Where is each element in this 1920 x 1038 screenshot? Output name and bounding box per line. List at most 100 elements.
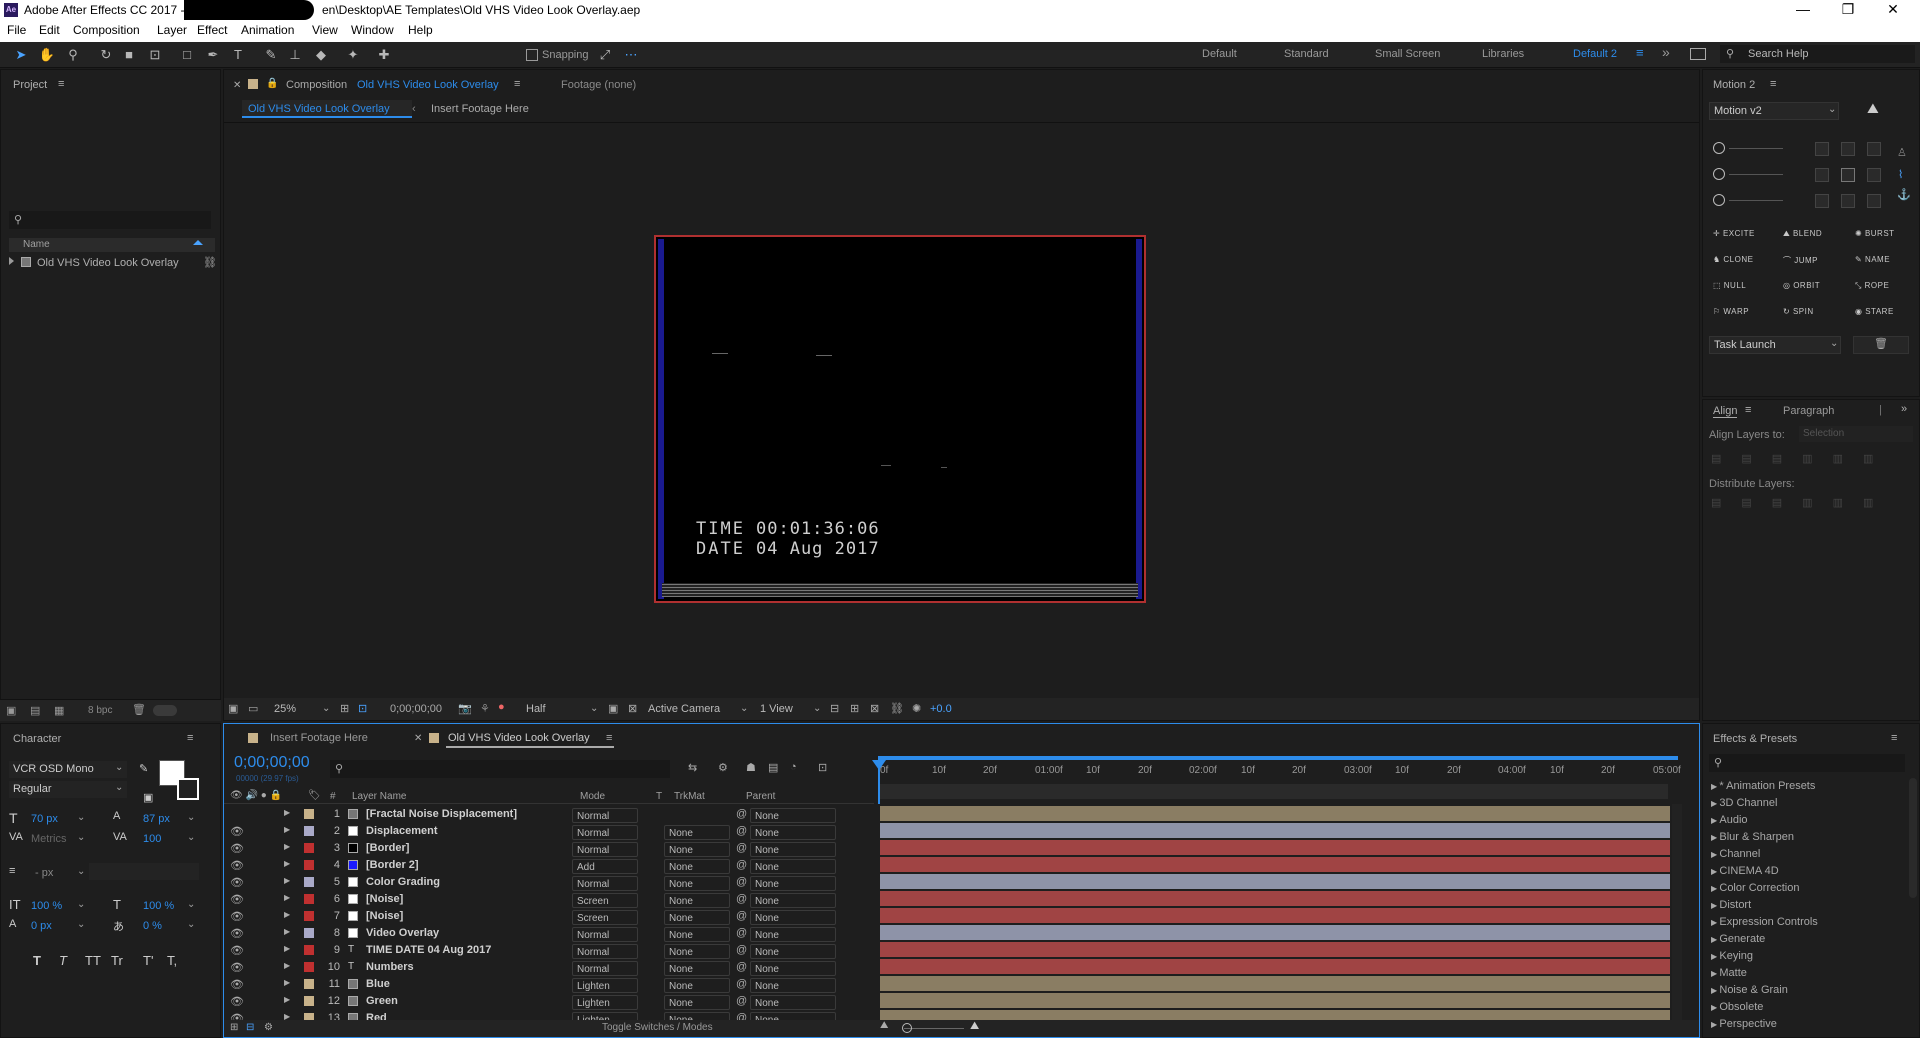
- search-help-field[interactable]: ⚲ Search Help: [1720, 45, 1915, 63]
- mode-select[interactable]: Normal: [572, 808, 638, 823]
- hide-shy-layers-icon[interactable]: ☗: [746, 761, 756, 774]
- workspace-default-2[interactable]: Default 2: [1573, 48, 1617, 60]
- spin-button[interactable]: ↻ SPIN: [1783, 307, 1814, 316]
- font-style-select[interactable]: Regular ⌄: [9, 781, 127, 798]
- label-color-icon[interactable]: [304, 945, 314, 955]
- chevron-down-icon[interactable]: ⌄: [77, 919, 85, 930]
- trkmat-select[interactable]: None: [664, 893, 730, 908]
- project-search-input[interactable]: ⚲: [9, 211, 211, 229]
- flowchart-icon[interactable]: ⛓: [890, 702, 904, 715]
- effects-category[interactable]: ▶ Matte: [1711, 967, 1747, 979]
- mask-visibility-icon[interactable]: ⊡: [358, 702, 367, 715]
- layer-row[interactable]: 👁 ▶ 8 Video Overlay Normal None @ None: [224, 925, 874, 942]
- layer-row[interactable]: 👁 ▶ 2 Displacement Normal None @ None: [224, 823, 874, 840]
- panel-menu-icon[interactable]: ≡: [1770, 78, 1776, 90]
- parent-select[interactable]: None: [750, 859, 836, 874]
- chevron-down-icon[interactable]: ⌄: [740, 703, 748, 714]
- chevron-down-icon[interactable]: ⌄: [77, 832, 85, 843]
- expand-arrow-icon[interactable]: ▶: [284, 876, 290, 885]
- blend-button[interactable]: ⛰ BLEND: [1783, 229, 1822, 239]
- chevron-down-icon[interactable]: ⌄: [813, 703, 821, 714]
- visibility-eye-icon[interactable]: 👁: [230, 978, 244, 991]
- menu-animation[interactable]: Animation: [241, 23, 294, 37]
- toggle-icon[interactable]: [153, 705, 177, 716]
- expand-arrow-icon[interactable]: ▶: [284, 842, 290, 851]
- layer-duration-bar[interactable]: [880, 840, 1670, 855]
- expand-arrow-icon[interactable]: ▶: [284, 893, 290, 902]
- label-color-icon[interactable]: [304, 843, 314, 853]
- pickwhip-icon[interactable]: @: [736, 944, 747, 956]
- effects-category[interactable]: ▶ Expression Controls: [1711, 916, 1818, 928]
- expand-arrow-icon[interactable]: ▶: [284, 859, 290, 868]
- pickwhip-icon[interactable]: @: [736, 910, 747, 922]
- parent-select[interactable]: None: [750, 995, 836, 1010]
- visibility-eye-icon[interactable]: 👁: [230, 927, 244, 940]
- expand-arrow-icon[interactable]: ▶: [284, 910, 290, 919]
- layer-name[interactable]: Displacement: [366, 825, 438, 837]
- mode-select[interactable]: Normal: [572, 842, 638, 857]
- parent-select[interactable]: None: [750, 910, 836, 925]
- toggle-pixel-aspect-icon[interactable]: ⊟: [830, 702, 839, 715]
- camera-select[interactable]: Active Camera: [648, 703, 720, 715]
- workspace-default[interactable]: Default: [1202, 48, 1237, 60]
- mode-select[interactable]: Normal: [572, 944, 638, 959]
- always-preview-icon[interactable]: ▣: [228, 702, 238, 715]
- brush-tool-icon[interactable]: ✎: [262, 46, 280, 64]
- pickwhip-icon[interactable]: @: [736, 842, 747, 854]
- effects-category[interactable]: ▶ * Animation Presets: [1711, 780, 1815, 792]
- region-of-interest-icon[interactable]: ▣: [608, 702, 618, 715]
- monitor-icon[interactable]: ▭: [248, 702, 258, 715]
- motion-preset-select[interactable]: Motion v2 ⌄: [1709, 102, 1839, 120]
- mode-select[interactable]: Normal: [572, 876, 638, 891]
- view-layout-select[interactable]: 1 View: [760, 703, 793, 715]
- visibility-eye-icon[interactable]: 👁: [230, 961, 244, 974]
- slider-handle-1[interactable]: [1713, 142, 1725, 154]
- pickwhip-icon[interactable]: @: [736, 893, 747, 905]
- layer-duration-bar[interactable]: [880, 823, 1670, 838]
- menu-edit[interactable]: Edit: [39, 23, 60, 37]
- menu-effect[interactable]: Effect: [197, 23, 227, 37]
- layer-duration-bar[interactable]: [880, 857, 1670, 872]
- clone-button[interactable]: ♞ CLONE: [1713, 255, 1753, 264]
- layer-duration-bar[interactable]: [880, 891, 1670, 906]
- label-color-icon[interactable]: [304, 877, 314, 887]
- trkmat-select[interactable]: None: [664, 876, 730, 891]
- align-tab[interactable]: Align: [1713, 405, 1738, 418]
- layer-duration-bar[interactable]: [880, 874, 1670, 889]
- link-icon[interactable]: ⌇: [1898, 168, 1903, 181]
- trash-icon[interactable]: 🗑: [132, 703, 146, 716]
- parent-select[interactable]: None: [750, 944, 836, 959]
- expand-arrow-icon[interactable]: [9, 257, 14, 265]
- visibility-eye-icon[interactable]: 👁: [230, 859, 244, 872]
- layer-row[interactable]: 👁 ▶ 4 [Border 2] Add None @ None: [224, 857, 874, 874]
- expand-arrow-icon[interactable]: ▶: [284, 978, 290, 987]
- paragraph-tab[interactable]: Paragraph: [1783, 405, 1834, 417]
- mode-select[interactable]: Add: [572, 859, 638, 874]
- slider-handle-2[interactable]: [1713, 168, 1725, 180]
- lock-icon[interactable]: 🔒: [266, 78, 278, 89]
- chevron-down-icon[interactable]: ⌄: [77, 812, 85, 823]
- effects-category[interactable]: ▶ Keying: [1711, 950, 1753, 962]
- effects-category[interactable]: ▶ Noise & Grain: [1711, 984, 1788, 996]
- layer-duration-bar[interactable]: [880, 806, 1670, 821]
- chevron-down-icon[interactable]: ⌄: [187, 812, 195, 823]
- chevron-down-icon[interactable]: ⌄: [187, 919, 195, 930]
- trkmat-select[interactable]: None: [664, 842, 730, 857]
- trkmat-select[interactable]: None: [664, 961, 730, 976]
- column-name[interactable]: Name: [23, 239, 50, 250]
- panel-menu-icon[interactable]: ≡: [1745, 404, 1751, 416]
- breadcrumb-active[interactable]: Old VHS Video Look Overlay: [242, 100, 412, 118]
- trkmat-select[interactable]: None: [664, 910, 730, 925]
- pickwhip-icon[interactable]: @: [736, 961, 747, 973]
- maximize-button[interactable]: ❐: [1828, 0, 1868, 20]
- pickwhip-icon[interactable]: @: [736, 927, 747, 939]
- subscript-button[interactable]: T,: [167, 953, 177, 968]
- slider-track-1[interactable]: [1729, 148, 1783, 149]
- layer-row[interactable]: 👁 ▶ 7 [Noise] Screen None @ None: [224, 908, 874, 925]
- pan-behind-tool-icon[interactable]: ⊡: [146, 46, 164, 64]
- menu-layer[interactable]: Layer: [157, 23, 187, 37]
- pickwhip-icon[interactable]: @: [736, 808, 747, 820]
- pickwhip-icon[interactable]: @: [736, 876, 747, 888]
- timeline-icon[interactable]: ⊠: [870, 702, 879, 715]
- rope-button[interactable]: ⤡ ROPE: [1855, 281, 1889, 291]
